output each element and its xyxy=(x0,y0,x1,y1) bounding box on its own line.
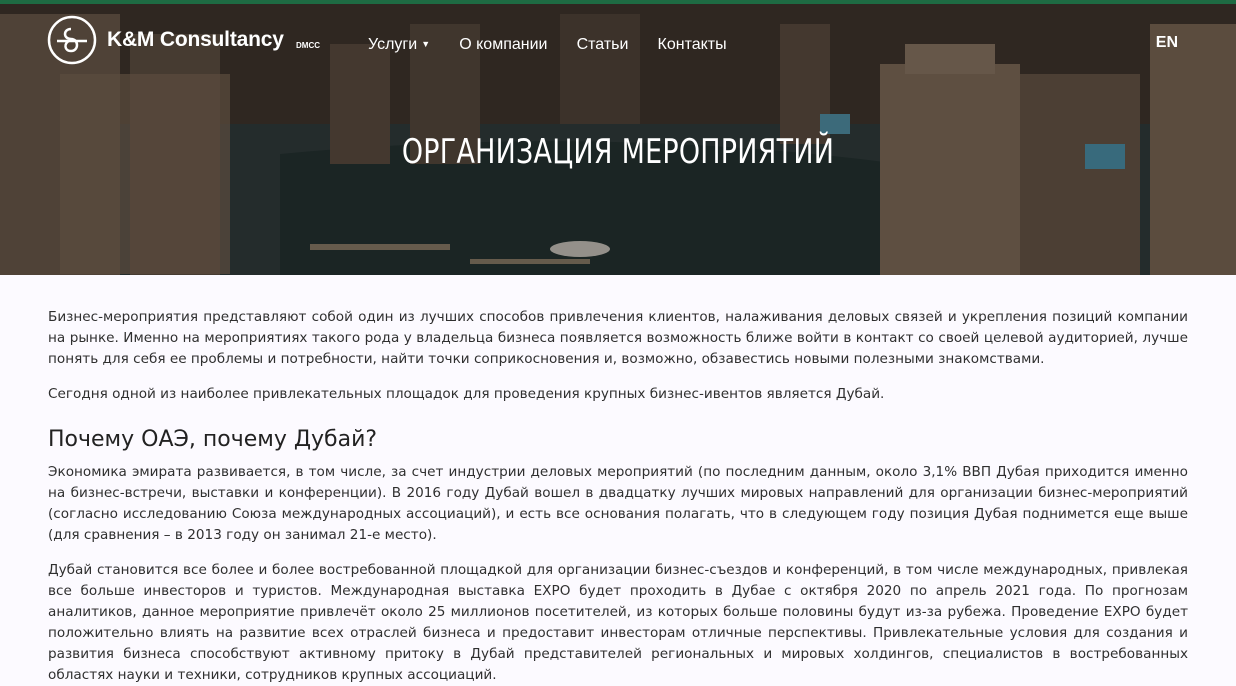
nav-item-about[interactable]: О компании xyxy=(459,36,547,54)
nav-item-contacts[interactable]: Контакты xyxy=(658,36,727,54)
section-heading: Почему ОАЭ, почему Дубай? xyxy=(48,427,378,452)
section-paragraph-2: Дубай становится все более и более востр… xyxy=(48,562,1188,683)
article-content: Бизнес-мероприятия представляют собой од… xyxy=(0,275,1236,686)
km-monogram-icon[interactable] xyxy=(47,15,97,65)
nav-item-articles[interactable]: Статьи xyxy=(577,36,629,54)
chevron-down-icon: ▼ xyxy=(421,39,431,49)
brand-suffix: DMCC xyxy=(296,41,320,50)
intro-paragraph-2: Сегодня одной из наиболее привлекательны… xyxy=(48,386,885,402)
nav-item-services[interactable]: Услуги ▼ xyxy=(368,36,430,54)
page-title: ОРГАНИЗАЦИЯ МЕРОПРИЯТИЙ xyxy=(401,132,835,172)
section-paragraph-1: Экономика эмирата развивается, в том чис… xyxy=(48,464,1188,543)
hero-banner: K&M Consultancy DMCC Услуги ▼ О компании … xyxy=(0,4,1236,275)
intro-paragraph-1: Бизнес-мероприятия представляют собой од… xyxy=(48,309,1188,367)
main-navigation: K&M Consultancy DMCC Услуги ▼ О компании … xyxy=(0,4,1236,76)
nav-item-label: Услуги xyxy=(368,36,418,53)
brand-name[interactable]: K&M Consultancy xyxy=(107,28,284,52)
nav-menu: Услуги ▼ О компании Статьи Контакты xyxy=(368,36,751,58)
language-switch[interactable]: EN xyxy=(1156,34,1178,52)
